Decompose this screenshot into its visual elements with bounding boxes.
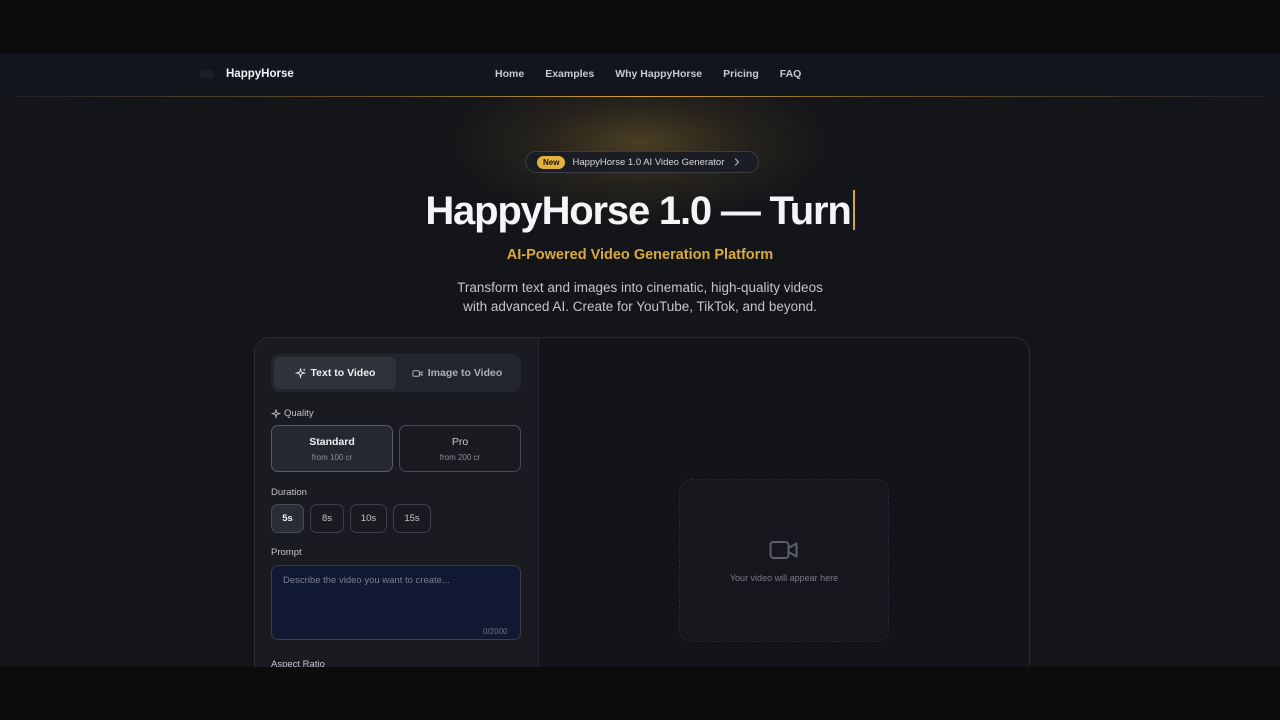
duration-options: 5s 8s 10s 15s: [271, 504, 437, 533]
video-camera-icon: [769, 541, 798, 559]
brand-name[interactable]: HappyHorse: [226, 68, 294, 80]
navbar-divider: [15, 96, 1265, 97]
tab-text-to-video-label: Text to Video: [310, 367, 376, 379]
prompt-char-counter: 0/2000: [483, 627, 508, 636]
generator-card: Text to Video Image to Video Quality Sta: [254, 337, 1030, 667]
quality-pro-price: from 200 cr: [439, 453, 481, 462]
badge-text: HappyHorse 1.0 AI Video Generator: [572, 156, 725, 168]
duration-5s[interactable]: 5s: [271, 504, 304, 533]
logo-icon: [200, 70, 214, 78]
preview-panel: Your video will appear here: [539, 338, 1029, 667]
duration-15s[interactable]: 15s: [393, 504, 431, 533]
hero-title-text: HappyHorse 1.0 — Turn: [425, 189, 851, 233]
hero-title: HappyHorse 1.0 — Turn: [0, 189, 1280, 234]
duration-8s[interactable]: 8s: [310, 504, 344, 533]
preview-placeholder-text: Your video will appear here: [729, 573, 839, 583]
mode-tabs: Text to Video Image to Video: [271, 354, 521, 392]
navbar: HappyHorse Home Examples Why HappyHorse …: [0, 53, 1280, 97]
page-viewport: HappyHorse Home Examples Why HappyHorse …: [0, 53, 1280, 667]
hero-description: Transform text and images into cinematic…: [440, 278, 840, 316]
new-pill: New: [537, 155, 566, 169]
tab-image-to-video-label: Image to Video: [427, 367, 503, 379]
quality-standard-title: Standard: [309, 436, 355, 448]
prompt-label: Prompt: [271, 547, 302, 558]
nav-link-faq[interactable]: FAQ: [780, 68, 802, 80]
sparkles-icon: [294, 367, 306, 379]
hero-subtitle: AI-Powered Video Generation Platform: [506, 247, 774, 263]
tab-image-to-video[interactable]: Image to Video: [396, 357, 518, 389]
video-icon: [412, 369, 423, 377]
nav-link-home[interactable]: Home: [495, 68, 524, 80]
video-preview-placeholder: Your video will appear here: [679, 479, 889, 642]
duration-label: Duration: [271, 487, 307, 498]
quality-pro-title: Pro: [451, 436, 469, 448]
announcement-badge[interactable]: New HappyHorse 1.0 AI Video Generator: [525, 151, 759, 173]
chevron-right-icon: [735, 158, 740, 166]
typing-caret: [852, 190, 855, 230]
nav-link-pricing[interactable]: Pricing: [723, 68, 759, 80]
quality-pro[interactable]: Pro from 200 cr: [399, 425, 521, 472]
settings-panel: Text to Video Image to Video Quality Sta: [255, 338, 539, 667]
duration-10s[interactable]: 10s: [350, 504, 387, 533]
quality-label-text: Quality: [284, 408, 314, 419]
quality-standard[interactable]: Standard from 100 cr: [271, 425, 393, 472]
letterbox-bottom: [0, 667, 1280, 720]
letterbox-top: [0, 0, 1280, 53]
quality-standard-price: from 100 cr: [311, 453, 353, 462]
aspect-ratio-label: Aspect Ratio: [271, 659, 325, 667]
tab-text-to-video[interactable]: Text to Video: [274, 357, 396, 389]
nav-link-examples[interactable]: Examples: [545, 68, 594, 80]
nav-links: Home Examples Why HappyHorse Pricing FAQ: [495, 68, 801, 80]
sparkles-icon: [271, 408, 281, 419]
hero-description-line2: with advanced AI. Create for YouTube, Ti…: [463, 299, 817, 314]
nav-link-why[interactable]: Why HappyHorse: [615, 68, 702, 80]
hero-description-line1: Transform text and images into cinematic…: [457, 280, 823, 295]
quality-label: Quality: [271, 408, 314, 419]
